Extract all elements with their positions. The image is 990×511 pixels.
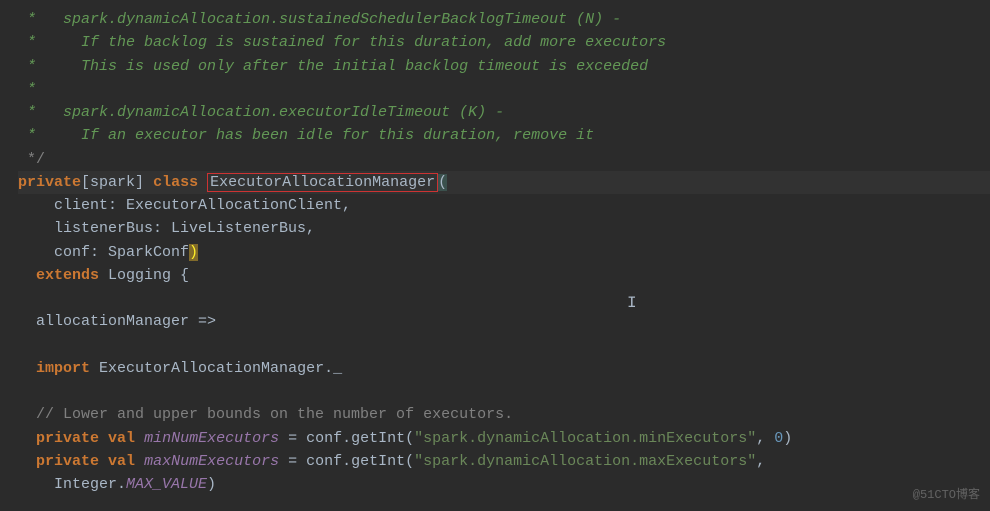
field-name: maxNumExecutors: [144, 453, 279, 470]
comment-line: * If an executor has been idle for this …: [18, 124, 990, 147]
continuation-line[interactable]: Integer.MAX_VALUE): [18, 473, 990, 496]
watermark: @51CTO博客: [913, 486, 980, 505]
keyword-private: private: [36, 430, 99, 447]
comment-line: *: [18, 78, 990, 101]
param-line[interactable]: listenerBus: LiveListenerBus,: [18, 217, 990, 240]
code-text: // Lower and upper bounds on the number …: [18, 406, 513, 423]
class-declaration-line[interactable]: private[spark] class ExecutorAllocationM…: [18, 171, 990, 194]
code-text: Integer.: [18, 476, 126, 493]
scope-spark: spark: [90, 174, 135, 191]
code-text: * If the backlog is sustained for this d…: [18, 34, 666, 51]
class-name-highlighted[interactable]: ExecutorAllocationManager: [207, 173, 438, 192]
blank-line: [18, 287, 990, 310]
keyword-class: class: [153, 174, 207, 191]
code-text: = conf.getInt(: [279, 453, 414, 470]
keyword-val: val: [108, 430, 135, 447]
string-literal: "spark.dynamicAllocation.maxExecutors": [414, 453, 756, 470]
bracket: [: [81, 174, 90, 191]
code-text: * spark.dynamicAllocation.executorIdleTi…: [18, 104, 504, 121]
param-line[interactable]: client: ExecutorAllocationClient,: [18, 194, 990, 217]
extends-line[interactable]: extends Logging {: [18, 264, 990, 287]
close-paren-matched: ): [189, 244, 198, 261]
param-line[interactable]: conf: SparkConf): [18, 241, 990, 264]
comment-line: * spark.dynamicAllocation.sustainedSched…: [18, 8, 990, 31]
code-text: listenerBus: LiveListenerBus,: [18, 220, 315, 237]
keyword-val: val: [108, 453, 135, 470]
keyword-import: import: [36, 360, 90, 377]
line-comment: // Lower and upper bounds on the number …: [18, 403, 990, 426]
code-text: *: [18, 81, 36, 98]
code-text: conf: SparkConf: [18, 244, 189, 261]
code-text: Logging {: [99, 267, 189, 284]
self-type-line[interactable]: allocationManager =>: [18, 310, 990, 333]
code-text: * This is used only after the initial ba…: [18, 58, 648, 75]
val-declaration-line[interactable]: private val minNumExecutors = conf.getIn…: [18, 427, 990, 450]
blank-line: [18, 380, 990, 403]
import-line[interactable]: import ExecutorAllocationManager._: [18, 357, 990, 380]
field-name: minNumExecutors: [144, 430, 279, 447]
code-text: */: [18, 151, 45, 168]
blank-line: [18, 334, 990, 357]
comment-line: * This is used only after the initial ba…: [18, 55, 990, 78]
static-field: MAX_VALUE: [126, 476, 207, 493]
keyword-private: private: [18, 174, 81, 191]
comment-line: * If the backlog is sustained for this d…: [18, 31, 990, 54]
string-literal: "spark.dynamicAllocation.minExecutors": [414, 430, 756, 447]
code-text: = conf.getInt(: [279, 430, 414, 447]
code-text: allocationManager =>: [18, 313, 216, 330]
code-text: * spark.dynamicAllocation.sustainedSched…: [18, 11, 621, 28]
comment-line: * spark.dynamicAllocation.executorIdleTi…: [18, 101, 990, 124]
text-cursor-icon: I: [627, 291, 637, 316]
code-text: ExecutorAllocationManager._: [90, 360, 342, 377]
keyword-private: private: [36, 453, 99, 470]
val-declaration-line[interactable]: private val maxNumExecutors = conf.getIn…: [18, 450, 990, 473]
code-text: client: ExecutorAllocationClient,: [18, 197, 351, 214]
code-text: * If an executor has been idle for this …: [18, 127, 594, 144]
open-paren: (: [438, 174, 447, 191]
bracket: ]: [135, 174, 153, 191]
comment-line: */: [18, 148, 990, 171]
number-literal: 0: [774, 430, 783, 447]
keyword-extends: extends: [36, 267, 99, 284]
